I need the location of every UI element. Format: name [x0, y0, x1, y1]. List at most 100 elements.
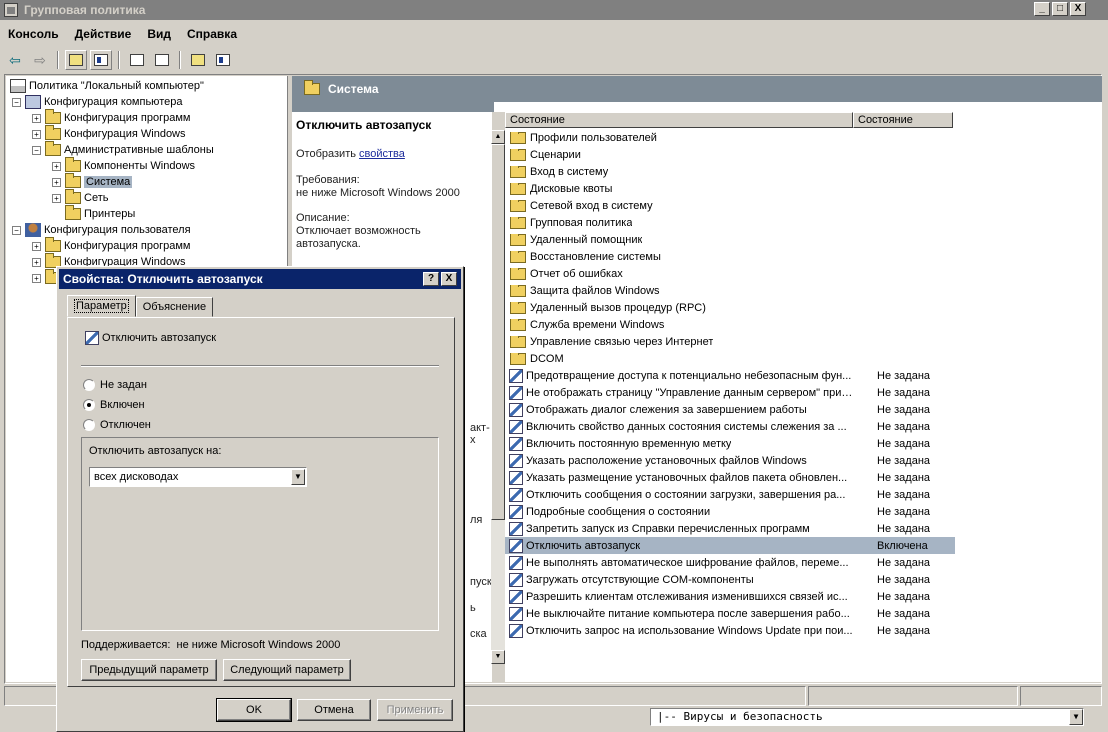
menu-help[interactable]: Справка [187, 27, 237, 41]
list-item-setting[interactable]: Не выключайте питание компьютера после з… [505, 605, 955, 622]
radio-button[interactable] [83, 379, 95, 391]
list-item-setting[interactable]: Запретить запуск из Справки перечисленны… [505, 520, 955, 537]
list-item-folder[interactable]: Групповая политика [505, 214, 955, 231]
close-button[interactable]: X [1070, 2, 1086, 16]
menu-view[interactable]: Вид [147, 27, 171, 41]
list-item-setting[interactable]: Загружать отсутствующие COM-компоненты Не… [505, 571, 955, 588]
list-item-setting[interactable]: Не отображать страницу "Управление данны… [505, 384, 955, 401]
cancel-button[interactable]: Отмена [297, 699, 371, 721]
list-item-name: Защита файлов Windows [505, 284, 853, 297]
list-item-state: Включена [877, 539, 928, 552]
collapse-icon[interactable]: − [32, 145, 41, 155]
list-item-folder[interactable]: Служба времени Windows [505, 316, 955, 333]
list-item-setting[interactable]: Подробные сообщения о состоянии Не задана [505, 503, 955, 520]
forward-arrow-icon[interactable]: ⇨ [29, 50, 51, 70]
list-item-setting[interactable]: Предотвращение доступа к потенциально не… [505, 367, 955, 384]
next-setting-button[interactable]: Следующий параметр [223, 659, 351, 681]
help-button[interactable]: ? [423, 272, 439, 286]
radio-enabled[interactable]: Включен [83, 399, 145, 411]
menu-console[interactable]: Консоль [8, 27, 59, 41]
tree-node-windows-settings[interactable]: + Конфигурация Windows [32, 125, 186, 142]
list-item-folder[interactable]: Защита файлов Windows [505, 282, 955, 299]
tree-node-user-software-settings[interactable]: + Конфигурация программ [32, 237, 190, 254]
dialog-title-bar: Свойства: Отключить автозапуск ? X [59, 269, 461, 289]
radio-disabled[interactable]: Отключен [83, 419, 151, 431]
previous-setting-button[interactable]: Предыдущий параметр [81, 659, 217, 681]
chevron-down-icon[interactable]: ▼ [1069, 709, 1083, 725]
drives-select[interactable]: всех дисководах ▼ [89, 467, 307, 487]
collapse-icon[interactable]: − [12, 97, 21, 107]
list-item-folder[interactable]: Сценарии [505, 146, 955, 163]
collapse-icon[interactable]: − [12, 225, 21, 235]
tree-node-network[interactable]: + Сеть [52, 189, 108, 206]
scroll-thumb[interactable] [491, 144, 505, 520]
expand-icon[interactable]: + [32, 113, 41, 123]
radio-button[interactable] [83, 419, 95, 431]
scroll-down-arrow-icon[interactable]: ▼ [491, 650, 505, 664]
tab-explain[interactable]: Объяснение [135, 297, 214, 317]
list-item-name: Не отображать страницу "Управление данны… [505, 385, 853, 400]
tree-node-windows-components[interactable]: + Компоненты Windows [52, 157, 195, 174]
background-category-combo[interactable]: |-- Вирусы и безопасность ▼ [650, 708, 1084, 726]
list-item-setting[interactable]: Не выполнять автоматическое шифрование ф… [505, 554, 955, 571]
list-item-folder[interactable]: Удаленный вызов процедур (RPC) [505, 299, 955, 316]
expand-icon[interactable]: + [52, 177, 61, 187]
list-item-folder[interactable]: Вход в систему [505, 163, 955, 180]
list-item-folder[interactable]: Управление связью через Интернет [505, 333, 955, 350]
show-hide-console-icon[interactable] [212, 50, 234, 70]
list-item-label: Предотвращение доступа к потенциально не… [526, 369, 852, 382]
expand-icon[interactable]: + [32, 241, 41, 251]
tree-root[interactable]: Политика "Локальный компьютер" [10, 78, 204, 94]
column-header-state[interactable]: Состояние [853, 112, 953, 128]
list-item-state: Не задана [877, 505, 931, 518]
list-item-setting[interactable]: Разрешить клиентам отслеживания изменивш… [505, 588, 955, 605]
tree-node-user-config[interactable]: − Конфигурация пользователя [12, 222, 191, 238]
properties-link[interactable]: свойства [359, 148, 405, 160]
list-item-folder[interactable]: Удаленный помощник [505, 231, 955, 248]
list-item-setting[interactable]: Отключить запрос на использование Window… [505, 622, 955, 639]
apply-button[interactable]: Применить [377, 699, 453, 721]
up-folder-icon[interactable] [65, 50, 87, 70]
show-tree-icon[interactable] [90, 50, 112, 70]
expand-icon[interactable]: + [52, 193, 61, 203]
list-item-folder[interactable]: Профили пользователей [505, 129, 955, 146]
dialog-close-button[interactable]: X [441, 272, 457, 286]
radio-button[interactable] [83, 399, 95, 411]
tree-node-admin-templates[interactable]: − Административные шаблоны [32, 141, 214, 158]
export-list-icon[interactable] [151, 50, 173, 70]
radio-not-configured[interactable]: Не задан [83, 379, 147, 391]
tree-node-software-settings[interactable]: + Конфигурация программ [32, 109, 190, 126]
expand-icon[interactable]: + [32, 129, 41, 139]
list-item-setting[interactable]: Указать размещение установочных файлов п… [505, 469, 955, 486]
list-item-folder[interactable]: Отчет об ошибках [505, 265, 955, 282]
properties-icon[interactable] [126, 50, 148, 70]
tree-node-computer-config[interactable]: − Конфигурация компьютера [12, 94, 182, 110]
list-item-setting[interactable]: Указать расположение установочных файлов… [505, 452, 955, 469]
tree-node-printers[interactable]: Принтеры [52, 205, 135, 222]
list-item-setting[interactable]: Включить свойство данных состояния систе… [505, 418, 955, 435]
scroll-up-arrow-icon[interactable]: ▲ [491, 130, 505, 144]
list-item-folder[interactable]: DCOM [505, 350, 955, 367]
expand-icon[interactable]: + [52, 161, 61, 171]
maximize-button[interactable]: □ [1052, 2, 1068, 16]
list-item-setting[interactable]: Отображать диалог слежения за завершение… [505, 401, 955, 418]
back-arrow-icon[interactable]: ⇦ [4, 50, 26, 70]
ok-button[interactable]: OK [216, 698, 292, 722]
list-item-setting[interactable]: Отключить автозапуск Включена [505, 537, 955, 554]
expand-icon[interactable]: + [32, 273, 41, 283]
list-item-setting[interactable]: Отключить сообщения о состоянии загрузки… [505, 486, 955, 503]
tree-node-system[interactable]: + Система [52, 173, 133, 190]
column-header-name[interactable]: Состояние [505, 112, 853, 128]
list-item-folder[interactable]: Восстановление системы [505, 248, 955, 265]
description-scrollbar[interactable]: ▲ ▼ [491, 130, 505, 664]
window-edge [1102, 48, 1108, 732]
list-item-folder[interactable]: Дисковые квоты [505, 180, 955, 197]
minimize-button[interactable]: _ [1034, 2, 1050, 16]
tab-setting[interactable]: Параметр [67, 295, 136, 317]
menu-action[interactable]: Действие [75, 27, 132, 41]
chevron-down-icon[interactable]: ▼ [291, 469, 305, 485]
list-item-folder[interactable]: Сетевой вход в систему [505, 197, 955, 214]
help-icon[interactable] [187, 50, 209, 70]
expand-icon[interactable]: + [32, 257, 41, 267]
list-item-setting[interactable]: Включить постоянную временную метку Не за… [505, 435, 955, 452]
